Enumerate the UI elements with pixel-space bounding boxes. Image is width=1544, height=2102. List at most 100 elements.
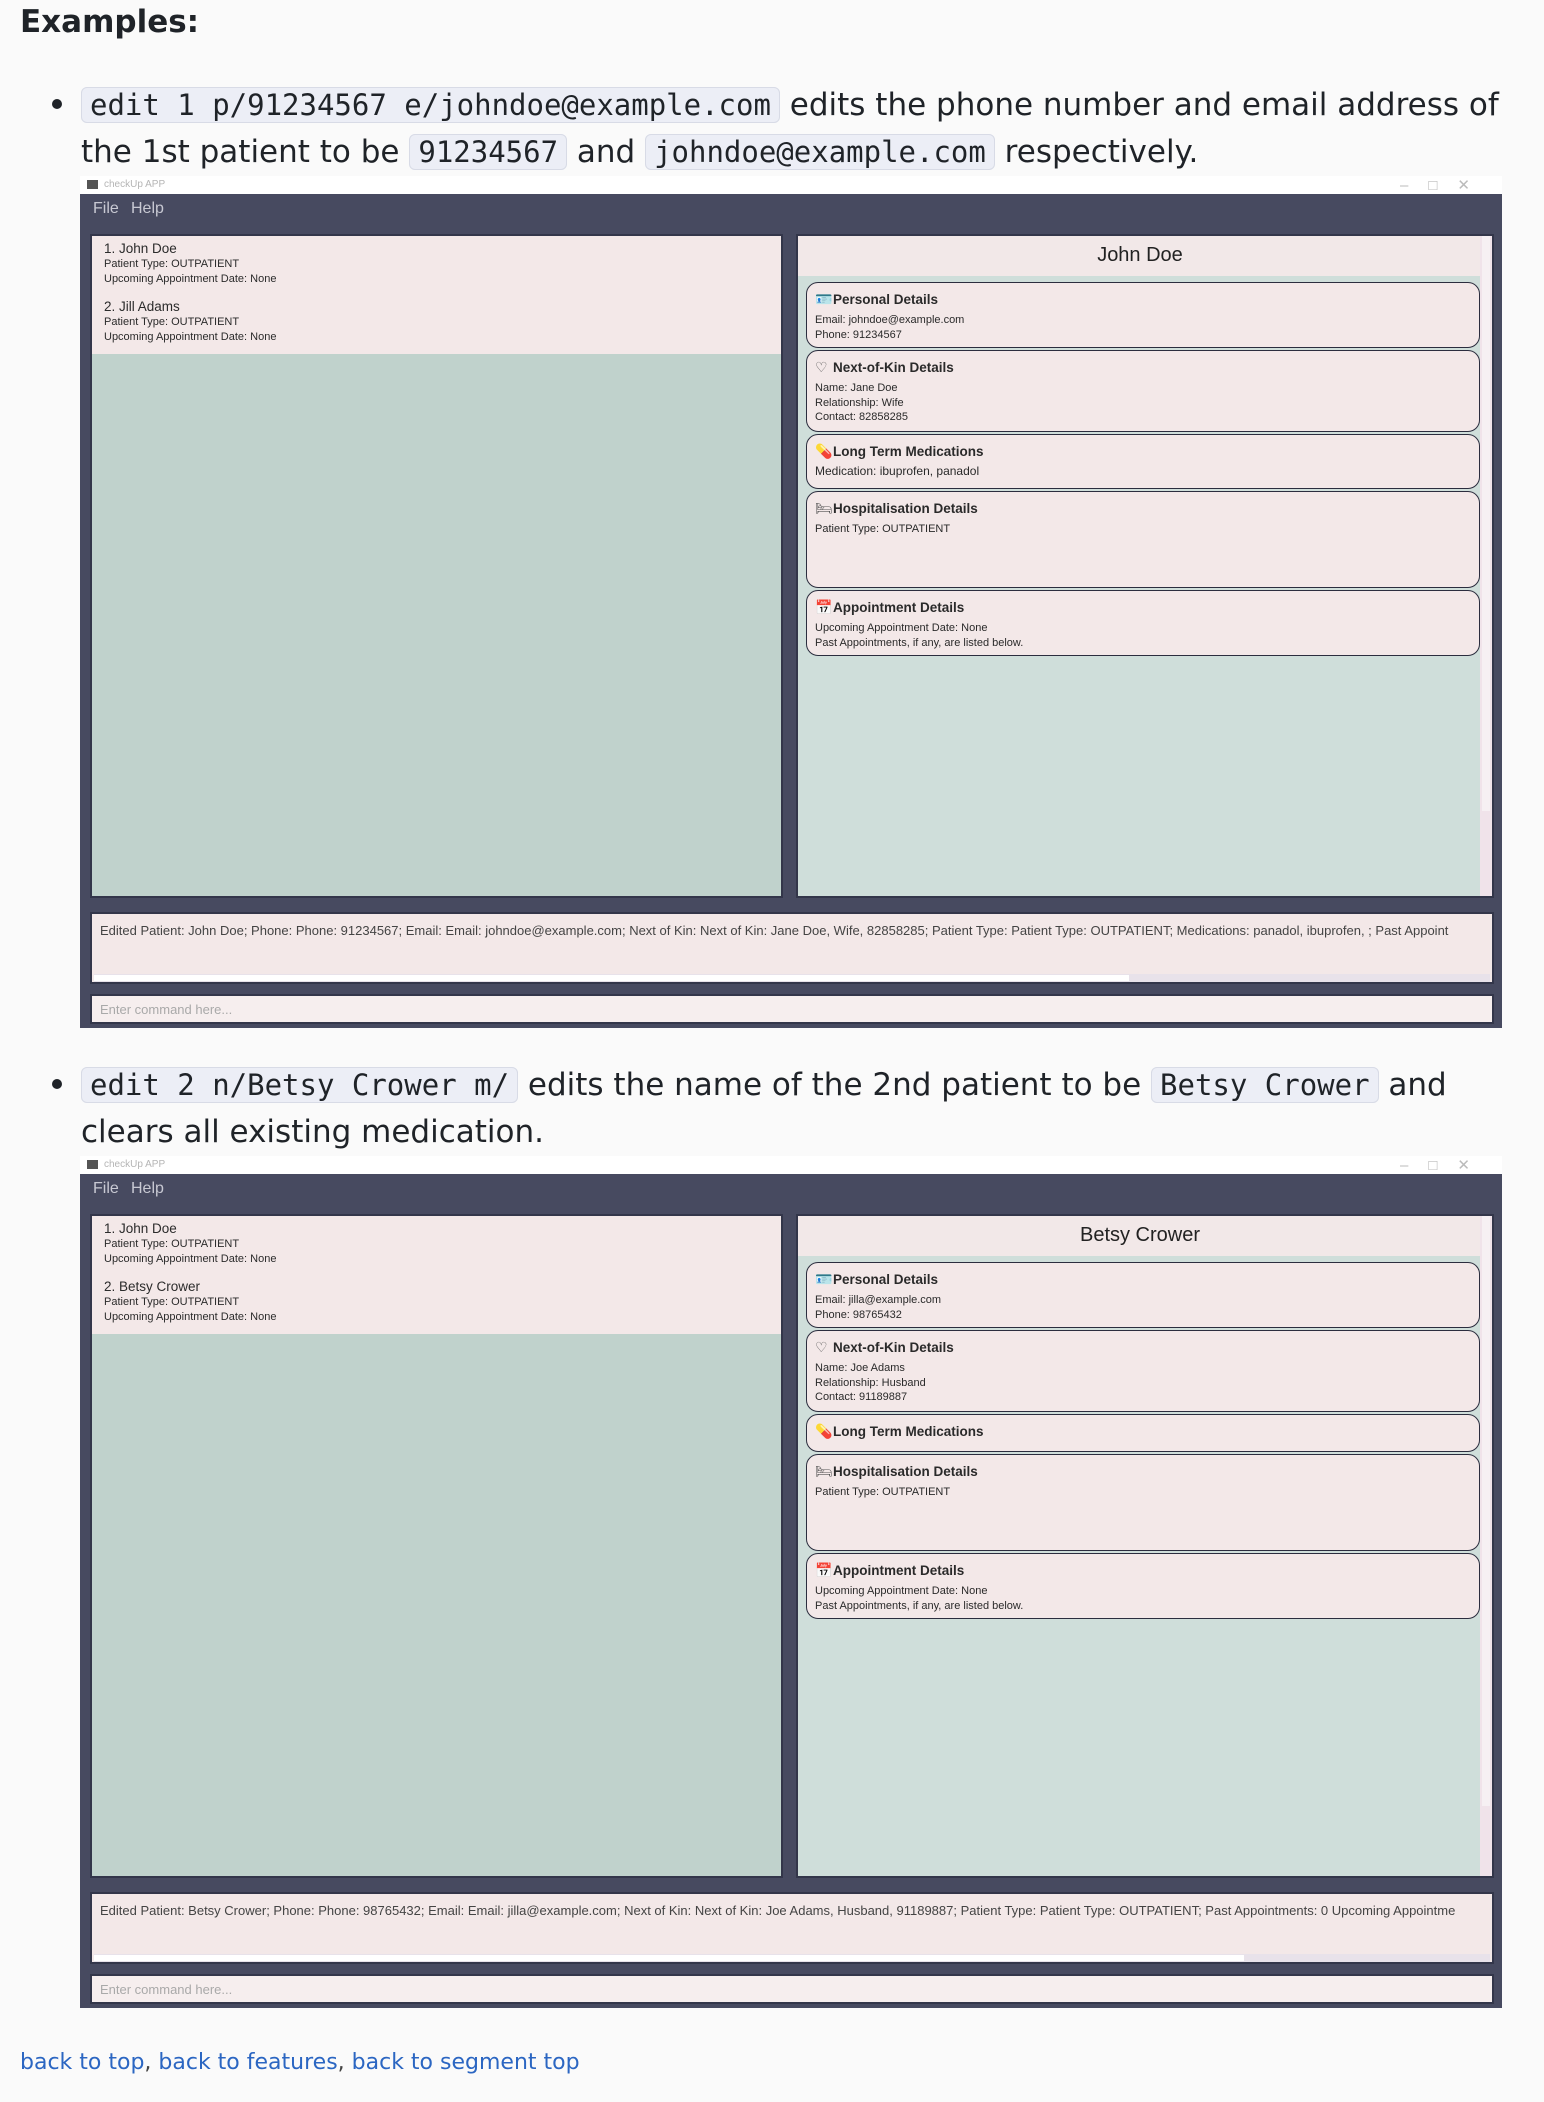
app-window-1: checkUp APP –□✕ File Help 1. John Doe Pa… <box>80 176 1502 1028</box>
example-1-text-c: respectively. <box>994 134 1199 170</box>
patient-name: 1. John Doe <box>104 241 177 256</box>
patient-card-2[interactable]: 2. Jill Adams Patient Type: OUTPATIENT U… <box>104 298 276 344</box>
hospitalisation-details-section: 🛏Hospitalisation Details Patient Type: O… <box>806 491 1480 588</box>
example-1-email: johndoe@example.com <box>645 134 995 170</box>
result-scrollbar-thumb[interactable] <box>94 1955 1244 1961</box>
long-term-medications-section: 💊Long Term Medications <box>806 1414 1480 1452</box>
patient-name: 2. Jill Adams <box>104 299 180 314</box>
hospital-bed-icon: 🛏 <box>815 500 833 516</box>
menu-file[interactable]: File <box>93 1180 119 1198</box>
result-display: Edited Patient: John Doe; Phone: Phone: … <box>90 912 1494 984</box>
result-text: Edited Patient: Betsy Crower; Phone: Pho… <box>100 1903 1456 1918</box>
app-icon <box>87 1160 98 1169</box>
upcoming-appointment-line: Upcoming Appointment Date: None <box>815 1585 988 1597</box>
next-of-kin-section: ♡ Next-of-Kin Details Name: Joe Adams Rel… <box>806 1330 1480 1412</box>
heart-hand-icon: ♡ <box>815 359 828 375</box>
nok-contact-line: Contact: 91189887 <box>815 1391 908 1403</box>
back-to-segment-top-link[interactable]: back to segment top <box>352 2050 580 2075</box>
section-title: Hospitalisation Details <box>833 501 978 516</box>
example-2-name: Betsy Crower <box>1151 1067 1379 1103</box>
past-appointments-line: Past Appointments, if any, are listed be… <box>815 636 1024 649</box>
scrollbar-thumb[interactable] <box>1482 1216 1490 1806</box>
next-of-kin-section: ♡ Next-of-Kin Details Name: Jane Doe Rela… <box>806 350 1480 432</box>
example-1-text-b: and <box>567 134 646 170</box>
patient-appointment: Upcoming Appointment Date: None <box>104 1310 277 1323</box>
patient-appointment: Upcoming Appointment Date: None <box>104 1252 277 1265</box>
section-title: Personal Details <box>833 1272 939 1287</box>
window-title: checkUp APP <box>104 179 166 190</box>
patient-type: Patient Type: OUTPATIENT <box>104 1238 240 1250</box>
patient-card-2[interactable]: 2. Betsy Crower Patient Type: OUTPATIENT… <box>104 1278 276 1324</box>
command-input[interactable]: Enter command here... <box>90 994 1494 1024</box>
result-scrollbar[interactable] <box>94 974 1490 982</box>
hospitalisation-details-section: 🛏Hospitalisation Details Patient Type: O… <box>806 1454 1480 1551</box>
heart-hand-icon: ♡ <box>815 1339 828 1355</box>
example-2-description: edit 2 n/Betsy Crower m/ edits the name … <box>81 1062 1521 1156</box>
patient-list: 1. John Doe Patient Type: OUTPATIENT Upc… <box>92 1216 781 1334</box>
menu-bar: File Help <box>80 1174 1502 1206</box>
bullet-1 <box>52 99 62 109</box>
pill-icon: 💊 <box>815 443 833 459</box>
patient-type: Patient Type: OUTPATIENT <box>104 1296 240 1308</box>
calendar-icon: 📅 <box>815 599 833 615</box>
nok-name-line: Name: Joe Adams <box>815 1362 905 1374</box>
menu-file[interactable]: File <box>93 200 119 218</box>
phone-line: Phone: 98765432 <box>815 1308 902 1321</box>
section-title: Personal Details <box>833 292 939 307</box>
window-controls[interactable]: –□✕ <box>1400 176 1490 194</box>
menu-help[interactable]: Help <box>131 200 164 218</box>
section-title: Hospitalisation Details <box>833 1464 978 1479</box>
patient-card-1[interactable]: 1. John Doe Patient Type: OUTPATIENT Upc… <box>104 1220 276 1266</box>
scrollbar-thumb[interactable] <box>1482 236 1490 811</box>
phone-line: Phone: 91234567 <box>815 328 902 341</box>
separator: , <box>144 2050 159 2075</box>
patient-name: 1. John Doe <box>104 1221 177 1236</box>
patient-details-panel: John Doe 🪪Personal Details Email: johndo… <box>796 234 1494 898</box>
title-bar: checkUp APP –□✕ <box>80 1156 1502 1174</box>
back-to-features-link[interactable]: back to features <box>158 2050 337 2075</box>
nok-contact-line: Contact: 82858285 <box>815 411 908 423</box>
details-patient-name: Betsy Crower <box>1079 1224 1201 1246</box>
nok-relationship-line: Relationship: Husband <box>815 1376 926 1389</box>
section-title: Long Term Medications <box>833 444 984 459</box>
back-to-top-link[interactable]: back to top <box>20 2050 144 2075</box>
id-card-icon: 🪪 <box>815 1271 833 1287</box>
nok-relationship-line: Relationship: Wife <box>815 396 904 409</box>
details-scrollbar[interactable] <box>1480 236 1492 896</box>
patient-appointment: Upcoming Appointment Date: None <box>104 330 277 343</box>
appointment-details-section: 📅Appointment Details Upcoming Appointmen… <box>806 1553 1480 1619</box>
patient-card-1[interactable]: 1. John Doe Patient Type: OUTPATIENT Upc… <box>104 240 276 286</box>
result-text: Edited Patient: John Doe; Phone: Phone: … <box>100 923 1449 938</box>
details-scrollbar[interactable] <box>1480 1216 1492 1876</box>
result-scrollbar[interactable] <box>94 1954 1490 1962</box>
pill-icon: 💊 <box>815 1423 833 1439</box>
window-controls[interactable]: –□✕ <box>1400 1156 1490 1174</box>
bullet-2 <box>52 1079 62 1089</box>
menu-bar: File Help <box>80 194 1502 226</box>
menu-help[interactable]: Help <box>131 1180 164 1198</box>
command-input[interactable]: Enter command here... <box>90 1974 1494 2004</box>
patient-type-line: Patient Type: OUTPATIENT <box>815 1486 951 1498</box>
medication-line: Medication: ibuprofen, panadol <box>815 464 980 478</box>
examples-heading: Examples: <box>20 4 200 40</box>
patient-list-panel: 1. John Doe Patient Type: OUTPATIENT Upc… <box>90 234 783 898</box>
calendar-icon: 📅 <box>815 1562 833 1578</box>
long-term-medications-section: 💊Long Term Medications Medication: ibupr… <box>806 434 1480 489</box>
window-title: checkUp APP <box>104 1159 166 1170</box>
patient-type-line: Patient Type: OUTPATIENT <box>815 523 951 535</box>
example-2-text-a: edits the name of the 2nd patient to be <box>518 1067 1152 1103</box>
app-window-2: checkUp APP –□✕ File Help 1. John Doe Pa… <box>80 1156 1502 2008</box>
patient-name: 2. Betsy Crower <box>104 1279 201 1294</box>
hospital-bed-icon: 🛏 <box>815 1463 833 1479</box>
section-title: Next-of-Kin Details <box>833 1340 954 1355</box>
example-1-phone: 91234567 <box>409 134 568 170</box>
app-icon <box>87 180 98 189</box>
separator: , <box>337 2050 352 2075</box>
example-2-command: edit 2 n/Betsy Crower m/ <box>81 1067 519 1103</box>
result-scrollbar-thumb[interactable] <box>94 975 1129 981</box>
id-card-icon: 🪪 <box>815 291 833 307</box>
past-appointments-line: Past Appointments, if any, are listed be… <box>815 1599 1024 1612</box>
email-line: Email: johndoe@example.com <box>815 314 965 326</box>
patient-type: Patient Type: OUTPATIENT <box>104 316 240 328</box>
personal-details-section: 🪪Personal Details Email: jilla@example.c… <box>806 1262 1480 1328</box>
